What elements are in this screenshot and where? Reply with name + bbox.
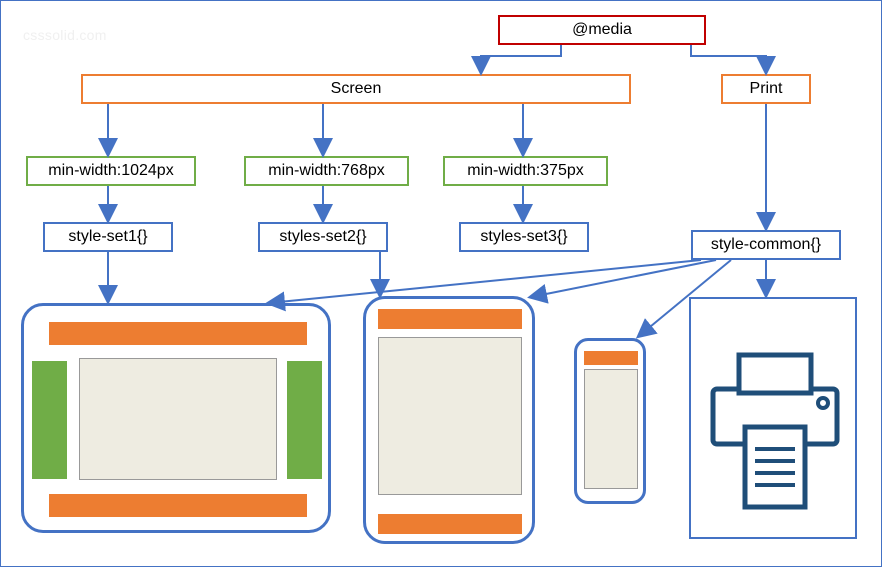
device-desktop	[21, 303, 331, 533]
watermark: csssolid.com	[23, 27, 107, 43]
node-bp-768: min-width:768px	[244, 156, 409, 186]
node-styleset3: styles-set3{}	[459, 222, 589, 252]
desktop-left-sidebar	[32, 361, 67, 479]
node-styleset2: styles-set2{}	[258, 222, 388, 252]
node-styleset1: style-set1{}	[43, 222, 173, 252]
node-bp-1024: min-width:1024px	[26, 156, 196, 186]
node-style-common: style-common{}	[691, 230, 841, 260]
output-print	[689, 297, 857, 539]
phone-topbar	[584, 351, 638, 365]
printer-icon	[691, 299, 859, 541]
node-screen: Screen	[81, 74, 631, 104]
desktop-bottombar	[49, 494, 307, 517]
diagram-canvas: csssolid.com @media Screen Print min-wid…	[0, 0, 882, 567]
phone-content	[584, 369, 638, 489]
tablet-topbar	[378, 309, 522, 329]
device-phone	[574, 338, 646, 504]
desktop-content	[79, 358, 277, 480]
node-print: Print	[721, 74, 811, 104]
tablet-bottombar	[378, 514, 522, 534]
desktop-right-sidebar	[287, 361, 322, 479]
tablet-content	[378, 337, 522, 495]
node-media: @media	[498, 15, 706, 45]
desktop-topbar	[49, 322, 307, 345]
node-bp-375: min-width:375px	[443, 156, 608, 186]
device-tablet	[363, 296, 535, 544]
